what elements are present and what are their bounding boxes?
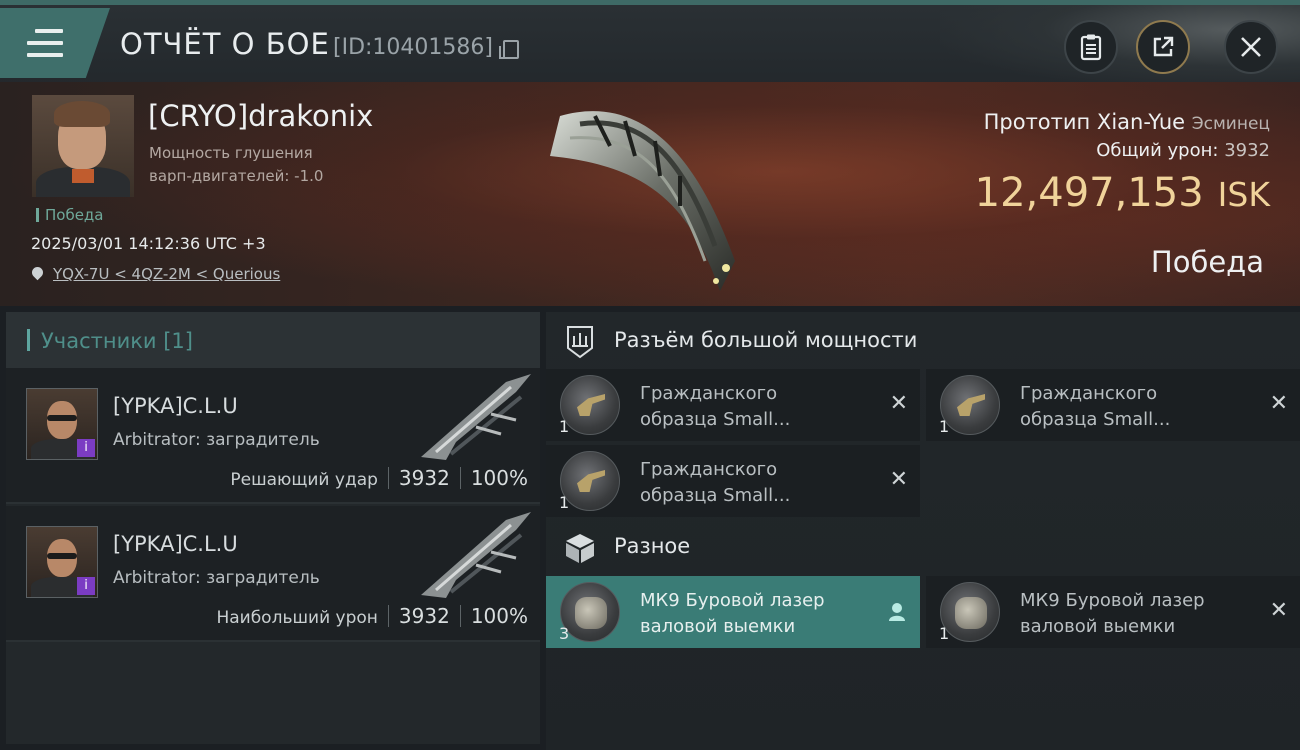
copy-icon[interactable] <box>499 40 519 59</box>
avatar[interactable]: i <box>26 388 98 460</box>
participant-percent: 100% <box>470 604 528 628</box>
isk-amount: 12,497,153 <box>974 170 1204 216</box>
participant-damage: 3932 <box>398 466 450 490</box>
x-icon: ✕ <box>1269 598 1288 623</box>
module-qty: 1 <box>939 417 950 436</box>
participant-row[interactable]: i [YPKA]C.L.U Arbitrator: заградитель Ре… <box>6 368 540 504</box>
person-icon <box>889 603 905 621</box>
module-name-line: Гражданского <box>640 383 778 404</box>
cube-icon <box>566 534 594 563</box>
module-name-line: Гражданского <box>1020 383 1158 404</box>
top-bar: ОТЧЁТ О БОЕ [ID:10401586] <box>0 0 1300 87</box>
location-link[interactable]: YQX-7U < 4QZ-2M < Querious <box>53 265 280 283</box>
close-icon <box>1241 37 1261 57</box>
high-slot-title: Разъём большой мощности <box>614 328 918 352</box>
module-name-line: образца Small... <box>640 485 791 506</box>
misc-title: Разное <box>614 534 691 558</box>
kill-datetime: 2025/03/01 14:12:36 UTC +3 <box>31 234 266 253</box>
participant-stats: Решающий удар 3932 100% <box>230 466 528 490</box>
clipboard-icon <box>1080 34 1102 61</box>
info-badge-icon: i <box>77 439 95 457</box>
module-name: МК9 Буровой лазер валовой выемки <box>640 588 870 640</box>
participant-stats: Наибольший урон 3932 100% <box>216 604 528 628</box>
participant-percent: 100% <box>470 466 528 490</box>
victim-stat: Мощность глушения варп-двигателей: -1.0 <box>149 142 389 188</box>
damage-label: Общий урон: <box>1096 140 1219 161</box>
high-slot-section-header: Разъём большой мощности <box>546 312 1300 368</box>
module-item[interactable]: 3 МК9 Буровой лазер валовой выемки <box>546 576 920 648</box>
module-name: Гражданского образца Small... <box>640 457 870 509</box>
module-name: Гражданского образца Small... <box>1020 381 1250 433</box>
ship-name: Прототип Xian-Yue <box>983 110 1186 134</box>
ship-class: Эсминец <box>1191 114 1270 134</box>
stat-line: варп-двигателей: -1.0 <box>149 167 324 185</box>
module-item[interactable]: 1 МК9 Буровой лазер валовой выемки ✕ <box>926 576 1300 648</box>
participants-header: Участники [1] <box>6 312 540 368</box>
misc-section-header: Разное <box>546 518 1300 574</box>
module-name: МК9 Буровой лазер валовой выемки <box>1020 588 1250 640</box>
kill-location[interactable]: YQX-7U < 4QZ-2M < Querious <box>29 264 280 283</box>
module-name-line: МК9 Буровой лазер <box>1020 590 1205 611</box>
module-qty: 3 <box>559 624 570 643</box>
kill-summary: [CRYO]drakonix Мощность глушения варп-дв… <box>0 82 1300 306</box>
participant-damage: 3932 <box>398 604 450 628</box>
participant-role: Наибольший урон <box>216 608 378 628</box>
location-pin-icon <box>29 264 46 281</box>
total-damage: Общий урон: 3932 <box>1096 140 1270 161</box>
participant-ship-image <box>421 374 531 460</box>
damage-value: 3932 <box>1224 140 1270 161</box>
module-name-line: МК9 Буровой лазер <box>640 590 825 611</box>
x-icon: ✕ <box>889 467 908 492</box>
clipboard-button[interactable] <box>1064 20 1118 74</box>
info-badge-icon: i <box>77 577 95 595</box>
module-item[interactable]: 1 Гражданского образца Small... ✕ <box>546 445 920 517</box>
participant-name[interactable]: [YPKA]C.L.U <box>113 532 238 556</box>
participant-ship: Arbitrator: заградитель <box>113 430 320 450</box>
participant-row[interactable]: i [YPKA]C.L.U Arbitrator: заградитель На… <box>6 506 540 642</box>
victim-name[interactable]: [CRYO]drakonix <box>148 99 373 133</box>
share-button[interactable] <box>1136 20 1190 74</box>
participant-ship-image <box>421 512 531 598</box>
report-id: [ID:10401586] <box>333 35 493 60</box>
module-qty: 1 <box>939 624 950 643</box>
module-item[interactable]: 1 Гражданского образца Small... ✕ <box>926 369 1300 441</box>
victim-avatar[interactable] <box>32 95 134 197</box>
participants-title: Участники [1] <box>41 329 193 353</box>
share-icon <box>1153 36 1174 57</box>
result-tag: Победа <box>36 206 104 224</box>
module-name-line: образца Small... <box>1020 409 1171 430</box>
isk-value: 12,497,153 ISK <box>975 170 1270 216</box>
fitting-panel: Разъём большой мощности 1 Гражданского об… <box>546 312 1300 750</box>
participants-panel: Участники [1] i [YPKA]C.L.U Arbitrator: … <box>6 312 540 744</box>
participant-name[interactable]: [YPKA]C.L.U <box>113 394 238 418</box>
x-icon: ✕ <box>889 391 908 416</box>
menu-button[interactable] <box>0 8 110 78</box>
participant-ship: Arbitrator: заградитель <box>113 568 320 588</box>
high-slot-icon <box>567 326 593 359</box>
module-name-line: Гражданского <box>640 459 778 480</box>
close-button[interactable] <box>1224 20 1278 74</box>
isk-unit: ISK <box>1217 175 1270 214</box>
module-name-line: образца Small... <box>640 409 791 430</box>
participant-role: Решающий удар <box>230 470 378 490</box>
outcome-label: Победа <box>1150 245 1264 279</box>
x-icon: ✕ <box>1269 391 1288 416</box>
victim-ship-name: Прототип Xian-Yue Эсминец <box>984 110 1270 134</box>
module-qty: 1 <box>559 417 570 436</box>
module-qty: 1 <box>559 493 570 512</box>
victim-ship-image <box>550 111 735 291</box>
module-item[interactable]: 1 Гражданского образца Small... ✕ <box>546 369 920 441</box>
page-title: ОТЧЁТ О БОЕ <box>120 27 330 61</box>
module-name-line: валовой выемки <box>1020 616 1176 637</box>
module-name-line: валовой выемки <box>640 616 796 637</box>
avatar[interactable]: i <box>26 526 98 598</box>
stat-line: Мощность глушения <box>149 144 313 162</box>
module-name: Гражданского образца Small... <box>640 381 870 433</box>
hamburger-icon <box>27 29 63 65</box>
